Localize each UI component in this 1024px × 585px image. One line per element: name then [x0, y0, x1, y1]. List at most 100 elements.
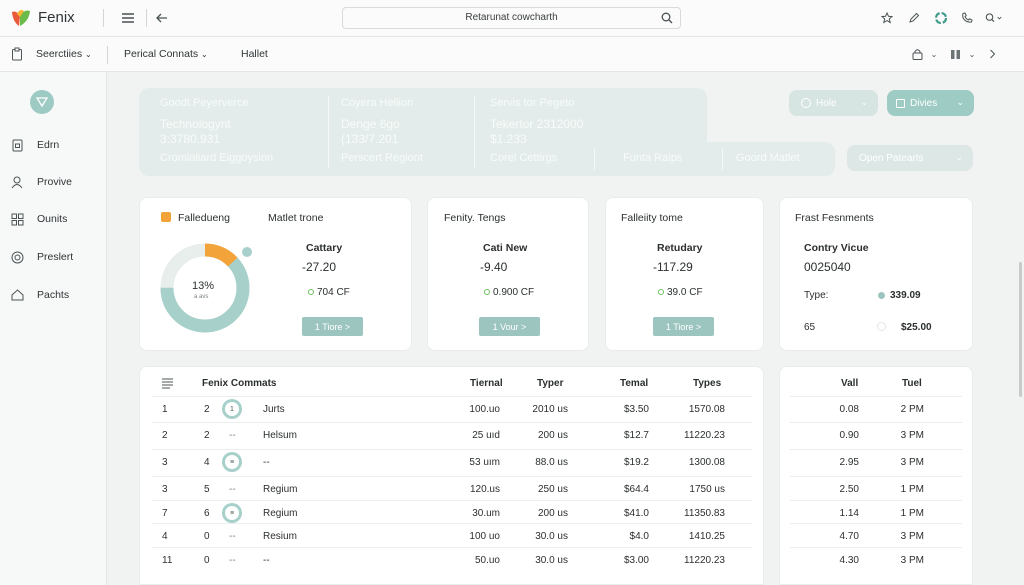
chevron-down-icon[interactable]: ⌄ — [963, 45, 981, 63]
table-cell: 0.08 — [839, 404, 859, 415]
search-icon[interactable] — [661, 12, 673, 24]
table-cell: 4 — [204, 457, 210, 468]
table-cell: $3.50 — [623, 404, 649, 415]
row-avatar-glyph: ≡ — [225, 506, 239, 520]
sidebar-item-ounits[interactable]: Ounits — [10, 208, 100, 230]
fenix-logo-icon — [12, 10, 30, 26]
star-icon[interactable] — [878, 9, 896, 27]
row-avatar-icon[interactable]: 1 — [222, 399, 242, 419]
row-divider — [152, 476, 752, 477]
table-cell: 50.uo — [474, 555, 500, 566]
row-avatar-icon[interactable]: ≡ — [222, 503, 242, 523]
hero-label: Technologynt — [160, 117, 231, 131]
table-cell: 0 — [204, 555, 210, 566]
divider — [328, 96, 329, 168]
search-dropdown-icon[interactable] — [985, 9, 1003, 27]
metric-label: Retudary — [657, 242, 703, 254]
hole-dropdown[interactable]: Hole ⌄ — [789, 90, 878, 116]
sidebar-item-preslert[interactable]: Preslert — [10, 246, 100, 268]
table-cell: 1410.25 — [688, 531, 725, 542]
row-divider — [790, 396, 962, 397]
edit-pencil-icon[interactable] — [905, 9, 923, 27]
table-cell: 25 uıd — [472, 430, 500, 441]
table-cell: 2010 us — [532, 404, 568, 415]
table-cell: 3 PM — [900, 430, 924, 441]
chevron-down-icon: ⌄ — [201, 50, 208, 59]
section-dropdown[interactable]: Seerctiies ⌄ — [36, 48, 92, 60]
sidebar-item-pachts[interactable]: Pachts — [10, 284, 100, 306]
column-header[interactable]: Temal — [620, 378, 648, 389]
chevron-right-icon[interactable] — [983, 45, 1001, 63]
chevron-down-icon[interactable]: ⌄ — [925, 45, 943, 63]
row-placeholder: -- — [229, 555, 236, 566]
table-cell: 200 us — [537, 508, 568, 519]
tab-label: Perical Connats — [124, 48, 199, 60]
table-cell: 3 PM — [900, 555, 924, 566]
row-divider — [790, 547, 962, 548]
divies-dropdown[interactable]: Divies ⌄ — [887, 90, 974, 116]
table-cell: 11350.83 — [684, 508, 725, 519]
table-cell: -- — [263, 555, 270, 566]
filter-badge-icon[interactable] — [30, 90, 54, 114]
metric-card-contry-vicue: Frast Fesnments Contry Vicue 0025040 Typ… — [779, 197, 973, 351]
table-cell: 250 us — [537, 484, 568, 495]
metric-delta-text: 0.900 CF — [493, 287, 535, 298]
table-cell: 5 — [204, 484, 210, 495]
tab-hallet[interactable]: Hallet — [241, 48, 268, 60]
hamburger-menu-icon[interactable] — [119, 9, 137, 27]
table-title: Fenix Commats — [202, 378, 277, 389]
more-button[interactable]: 1 Tiore > — [302, 317, 363, 336]
tab-perical-connats[interactable]: Perical Connats ⌄ — [124, 48, 208, 60]
metric-value: 0025040 — [804, 260, 851, 274]
search-input[interactable]: Retarunat cowcharth — [343, 12, 680, 23]
lock-icon[interactable] — [908, 45, 926, 63]
row-label: Type: — [804, 290, 829, 301]
sidebar: Edrn Provive Ounits Preslert Pachts — [0, 72, 107, 585]
metric-value: -27.20 — [302, 260, 337, 274]
secondary-toolbar: Seerctiies ⌄ Perical Connats ⌄ Hallet ⌄ … — [0, 37, 1024, 72]
table-cell: 100.uo — [469, 404, 500, 415]
table-cell: 11220.23 — [684, 430, 725, 441]
row-placeholder: -- — [229, 484, 236, 495]
sidebar-item-provive[interactable]: Provive — [10, 171, 100, 193]
table-cell: $4.0 — [629, 531, 649, 542]
divider — [103, 9, 104, 27]
top-bar: Fenix Retarunat cowcharth — [0, 0, 1024, 37]
table-cell: 3 — [162, 484, 168, 495]
column-header[interactable]: Tuel — [902, 378, 922, 389]
chevron-down-icon: ⌄ — [860, 97, 868, 107]
table-cell: -- — [263, 457, 270, 468]
columns-icon[interactable] — [946, 45, 964, 63]
column-header[interactable]: Vall — [841, 378, 858, 389]
table-cell: 1.14 — [839, 508, 859, 519]
search-bar[interactable]: Retarunat cowcharth — [342, 7, 681, 29]
more-button[interactable]: 1 Tiore > — [653, 317, 714, 336]
metric-delta: 704 CF — [308, 287, 350, 298]
open-patearts-dropdown[interactable]: Open Patearts ⌄ — [847, 145, 973, 171]
table-cell: 1750 us — [689, 484, 725, 495]
table-cell: 0.90 — [839, 430, 859, 441]
back-arrow-icon[interactable] — [152, 9, 170, 27]
column-header[interactable]: Typer — [537, 378, 564, 389]
row-avatar-icon[interactable]: ≡ — [222, 452, 242, 472]
table-cell: 4.30 — [839, 555, 859, 566]
column-header[interactable]: Tiernal — [470, 378, 503, 389]
table-cell: Jurts — [263, 404, 285, 415]
scrollbar[interactable] — [1019, 262, 1022, 397]
row-divider — [152, 500, 752, 501]
table-cell: 2 — [204, 404, 210, 415]
metric-value: -117.29 — [653, 260, 693, 274]
table-cell: 1 PM — [900, 508, 924, 519]
status-dot-icon — [658, 289, 664, 296]
view-button[interactable]: 1 Vour > — [479, 317, 540, 336]
row-divider — [790, 449, 962, 450]
hero-caption: Funta Raips — [623, 152, 683, 164]
sync-icon[interactable] — [932, 9, 950, 27]
hero-caption: Perscert Regiont — [341, 152, 423, 164]
column-header[interactable]: Types — [693, 378, 721, 389]
table-cell: 2 — [162, 430, 168, 441]
row-divider — [790, 523, 962, 524]
table-cell: 1570.08 — [688, 404, 725, 415]
sidebar-item-edrn[interactable]: Edrn — [10, 134, 100, 156]
phone-icon[interactable] — [958, 9, 976, 27]
